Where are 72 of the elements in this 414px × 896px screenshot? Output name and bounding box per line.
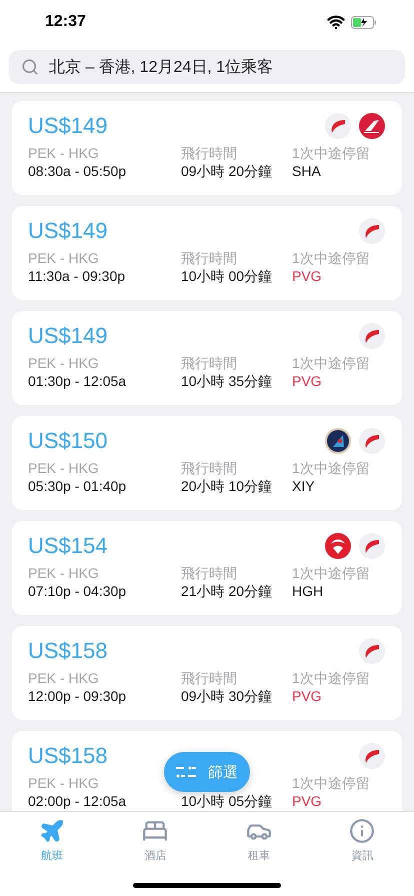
flight-times: 08:30a - 05:50p bbox=[28, 163, 128, 180]
route-label: PEK - HKG bbox=[28, 565, 100, 582]
flight-duration: 10小時 35分鐘 bbox=[181, 373, 274, 390]
airline-logo-icon bbox=[324, 532, 352, 560]
stops-label: 1次中途停留 bbox=[292, 460, 371, 477]
airline-logo-icon bbox=[358, 742, 386, 770]
stops-label: 1次中途停留 bbox=[292, 775, 371, 792]
airline-logo-icon bbox=[358, 637, 386, 665]
flight-price: US$158 bbox=[28, 638, 108, 664]
stops-label: 1次中途停留 bbox=[292, 565, 371, 582]
battery-icon bbox=[351, 16, 377, 28]
route-label: PEK - HKG bbox=[28, 145, 100, 162]
flight-duration: 09小時 30分鐘 bbox=[181, 688, 274, 705]
flight-price: US$149 bbox=[28, 113, 108, 139]
search-icon bbox=[21, 58, 39, 76]
airline-logo-icon bbox=[358, 112, 386, 140]
flight-card[interactable]: US$149 PEK - HKG 飛行時間 1次中途停留 08:30a - 05:50p 09小時 20分鐘 SHA bbox=[12, 101, 402, 195]
search-field[interactable]: 北京 – 香港, 12月24日, 1位乘客 bbox=[9, 50, 405, 84]
flight-card[interactable]: US$150 PEK - HKG 飛行時間 1次中途停留 05:30p - 01:40p 20小時 10分鐘 XIY bbox=[12, 416, 402, 510]
stop-airport: PVG bbox=[292, 373, 323, 390]
stops-label: 1次中途停留 bbox=[292, 250, 371, 267]
route-label: PEK - HKG bbox=[28, 355, 100, 372]
stop-airport: PVG bbox=[292, 688, 323, 705]
route-label: PEK - HKG bbox=[28, 250, 100, 267]
stop-airport: SHA bbox=[292, 163, 322, 180]
duration-label: 飛行時間 bbox=[181, 565, 238, 582]
flight-times: 02:00p - 12:05a bbox=[28, 793, 128, 810]
wifi-icon bbox=[327, 13, 345, 31]
plane-icon bbox=[38, 818, 65, 844]
stop-airport: HGH bbox=[292, 583, 324, 600]
stops-label: 1次中途停留 bbox=[292, 670, 371, 687]
airline-logo-icon bbox=[358, 427, 386, 455]
route-label: PEK - HKG bbox=[28, 775, 100, 792]
route-label: PEK - HKG bbox=[28, 670, 100, 687]
flight-card[interactable]: US$149 PEK - HKG 飛行時間 1次中途停留 11:30a - 09:30p 10小時 00分鐘 PVG bbox=[12, 206, 402, 300]
flight-price: US$150 bbox=[28, 428, 108, 454]
flight-times: 07:10p - 04:30p bbox=[28, 583, 128, 600]
airline-logo-icon bbox=[358, 322, 386, 350]
stop-airport: XIY bbox=[292, 478, 316, 495]
duration-label: 飛行時間 bbox=[181, 145, 238, 162]
stops-label: 1次中途停留 bbox=[292, 355, 371, 372]
info-icon bbox=[349, 818, 376, 844]
flight-duration: 20小時 10分鐘 bbox=[181, 478, 274, 495]
filter-icon bbox=[176, 766, 196, 778]
airline-logo-icon bbox=[358, 217, 386, 245]
airline-logo-icon bbox=[324, 427, 352, 455]
flight-duration: 10小時 00分鐘 bbox=[181, 268, 274, 285]
route-label: PEK - HKG bbox=[28, 460, 100, 477]
flight-price: US$149 bbox=[28, 323, 108, 349]
flight-card[interactable]: US$154 PEK - HKG 飛行時間 1次中途停留 07:10p - 04:30p 21小時 20分鐘 HGH bbox=[12, 521, 402, 615]
status-time: 12:37 bbox=[45, 13, 86, 31]
flight-duration: 10小時 05分鐘 bbox=[181, 793, 274, 810]
duration-label: 飛行時間 bbox=[181, 460, 238, 477]
airline-logo-icon bbox=[358, 532, 386, 560]
duration-label: 飛行時間 bbox=[181, 355, 238, 372]
flight-price: US$149 bbox=[28, 218, 108, 244]
flight-times: 01:30p - 12:05a bbox=[28, 373, 128, 390]
flight-price: US$158 bbox=[28, 743, 108, 769]
flight-card[interactable]: US$158 PEK - HKG 飛行時間 1次中途停留 12:00p - 09:30p 09小時 30分鐘 PVG bbox=[12, 626, 402, 720]
flight-price: US$154 bbox=[28, 533, 108, 559]
flight-times: 05:30p - 01:40p bbox=[28, 478, 128, 495]
flight-times: 12:00p - 09:30p bbox=[28, 688, 128, 705]
flight-card[interactable]: US$149 PEK - HKG 飛行時間 1次中途停留 01:30p - 12:05a 10小時 35分鐘 PVG bbox=[12, 311, 402, 405]
stop-airport: PVG bbox=[292, 268, 323, 285]
flight-duration: 09小時 20分鐘 bbox=[181, 163, 274, 180]
airline-logo-icon bbox=[324, 112, 352, 140]
flight-duration: 21小時 20分鐘 bbox=[181, 583, 274, 600]
stops-label: 1次中途停留 bbox=[292, 145, 371, 162]
stop-airport: PVG bbox=[292, 793, 323, 810]
flight-times: 11:30a - 09:30p bbox=[28, 268, 126, 285]
duration-label: 飛行時間 bbox=[181, 670, 238, 687]
duration-label: 飛行時間 bbox=[181, 250, 238, 267]
